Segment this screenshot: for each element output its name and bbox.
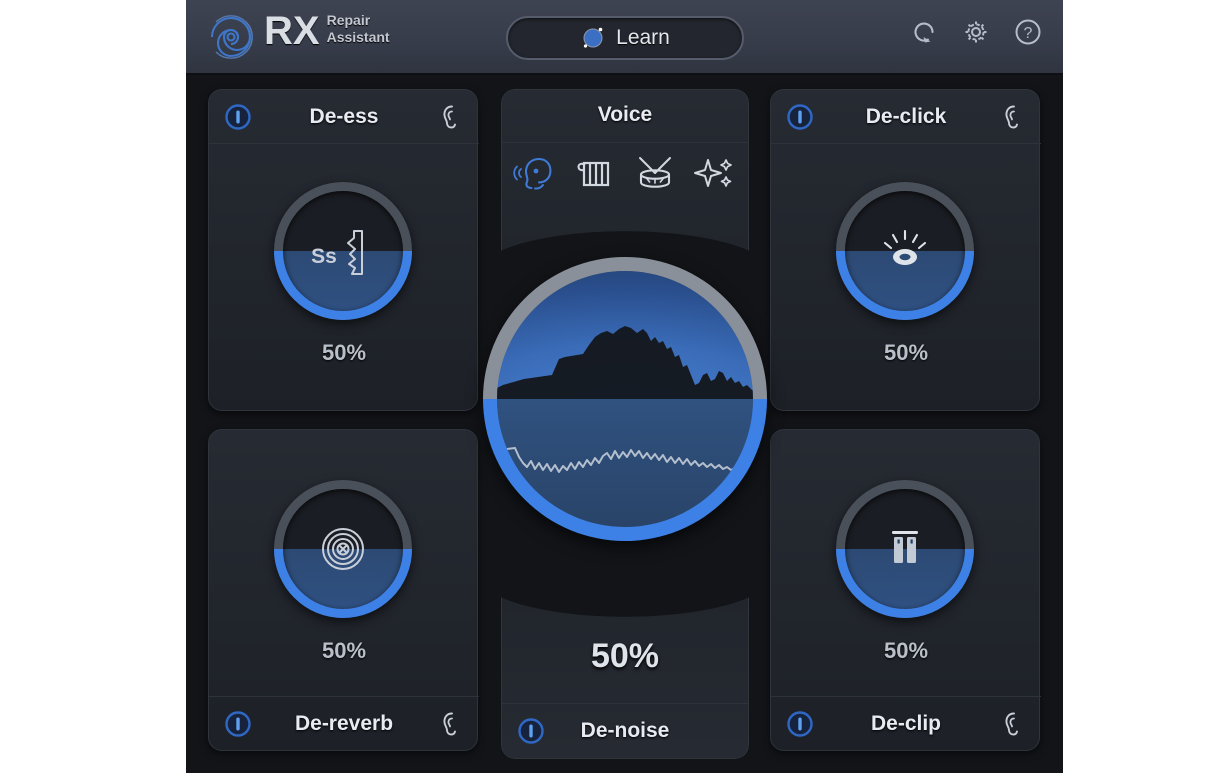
learn-button-label: Learn [616, 26, 670, 49]
voice-icon[interactable] [513, 152, 557, 194]
logo-secondary-line1: Repair [326, 12, 371, 28]
module-de-clip-header: De-clip [771, 696, 1041, 750]
voice-source-options [502, 152, 748, 194]
module-de-reverb-header: De-reverb [209, 696, 479, 750]
module-de-reverb-knob[interactable] [274, 480, 412, 618]
knob-face [283, 489, 403, 609]
module-de-noise-value: 50% [590, 637, 660, 675]
ear-icon[interactable] [439, 102, 465, 132]
module-de-reverb-value: 50% [321, 638, 367, 663]
voice-source-panel: Voice [501, 89, 749, 253]
module-de-clip-knob[interactable] [836, 480, 974, 618]
module-de-ess-knob[interactable]: Ss [274, 182, 412, 320]
power-icon[interactable] [785, 102, 815, 132]
rx-concentric-arcs-logo [204, 10, 258, 64]
piano-icon[interactable] [573, 152, 617, 194]
voice-panel-divider [502, 142, 748, 143]
dial-display [497, 271, 753, 527]
app-logo-text: RX Repair Assistant [264, 9, 390, 53]
sparkle-icon[interactable] [693, 152, 737, 194]
knob-face [845, 191, 965, 311]
power-icon[interactable] [223, 709, 253, 739]
power-icon[interactable] [516, 716, 546, 746]
logo-primary: RX [264, 9, 320, 53]
module-stage: De-ess Ss 50% De-click 50% 50% De-reverb… [186, 75, 1063, 773]
ear-icon[interactable] [1001, 102, 1027, 132]
ear-icon[interactable] [439, 709, 465, 739]
power-icon[interactable] [223, 102, 253, 132]
app-header: RX Repair Assistant Learn ? [186, 0, 1063, 75]
knob-face [845, 489, 965, 609]
gear-icon[interactable] [957, 13, 995, 51]
denoise-spectrum-dial[interactable] [483, 257, 767, 541]
module-de-clip[interactable]: 50% De-clip [770, 429, 1041, 751]
de-click-icon [883, 229, 927, 265]
module-de-clip-value: 50% [883, 638, 929, 663]
header-icon-group: ? [905, 13, 1047, 51]
module-de-click-knob[interactable] [836, 182, 974, 320]
drum-icon[interactable] [633, 152, 677, 194]
voice-panel-title: Voice [597, 103, 653, 126]
module-de-click-header: De-click [771, 90, 1041, 144]
knob-face: Ss [283, 191, 403, 311]
module-de-noise-header: De-noise [502, 704, 748, 758]
svg-text:Ss: Ss [311, 245, 337, 268]
svg-text:?: ? [1024, 25, 1033, 42]
ear-icon[interactable] [1001, 709, 1027, 739]
module-de-reverb[interactable]: 50% De-reverb [208, 429, 479, 751]
help-icon[interactable]: ? [1009, 13, 1047, 51]
power-icon[interactable] [785, 709, 815, 739]
module-de-ess[interactable]: De-ess Ss 50% [208, 89, 479, 411]
dial-spectrum-plot [497, 326, 753, 473]
de-reverb-icon [322, 528, 364, 570]
rx-repair-assistant-window: RX Repair Assistant Learn ? De-ess Ss 50… [186, 0, 1063, 773]
module-de-click[interactable]: De-click 50% [770, 89, 1041, 411]
de-ess-icon: Ss [311, 230, 363, 275]
logo-secondary: Repair Assistant [327, 12, 390, 46]
de-clip-icon [892, 531, 918, 563]
module-de-ess-value: 50% [321, 340, 367, 365]
module-de-noise[interactable]: 50% De-noise [501, 595, 749, 759]
learn-orb-icon [580, 25, 606, 51]
reset-icon[interactable] [905, 13, 943, 51]
module-de-ess-header: De-ess [209, 90, 479, 144]
logo-secondary-line2: Assistant [326, 29, 390, 45]
learn-button[interactable]: Learn [506, 16, 744, 60]
module-de-click-value: 50% [883, 340, 929, 365]
